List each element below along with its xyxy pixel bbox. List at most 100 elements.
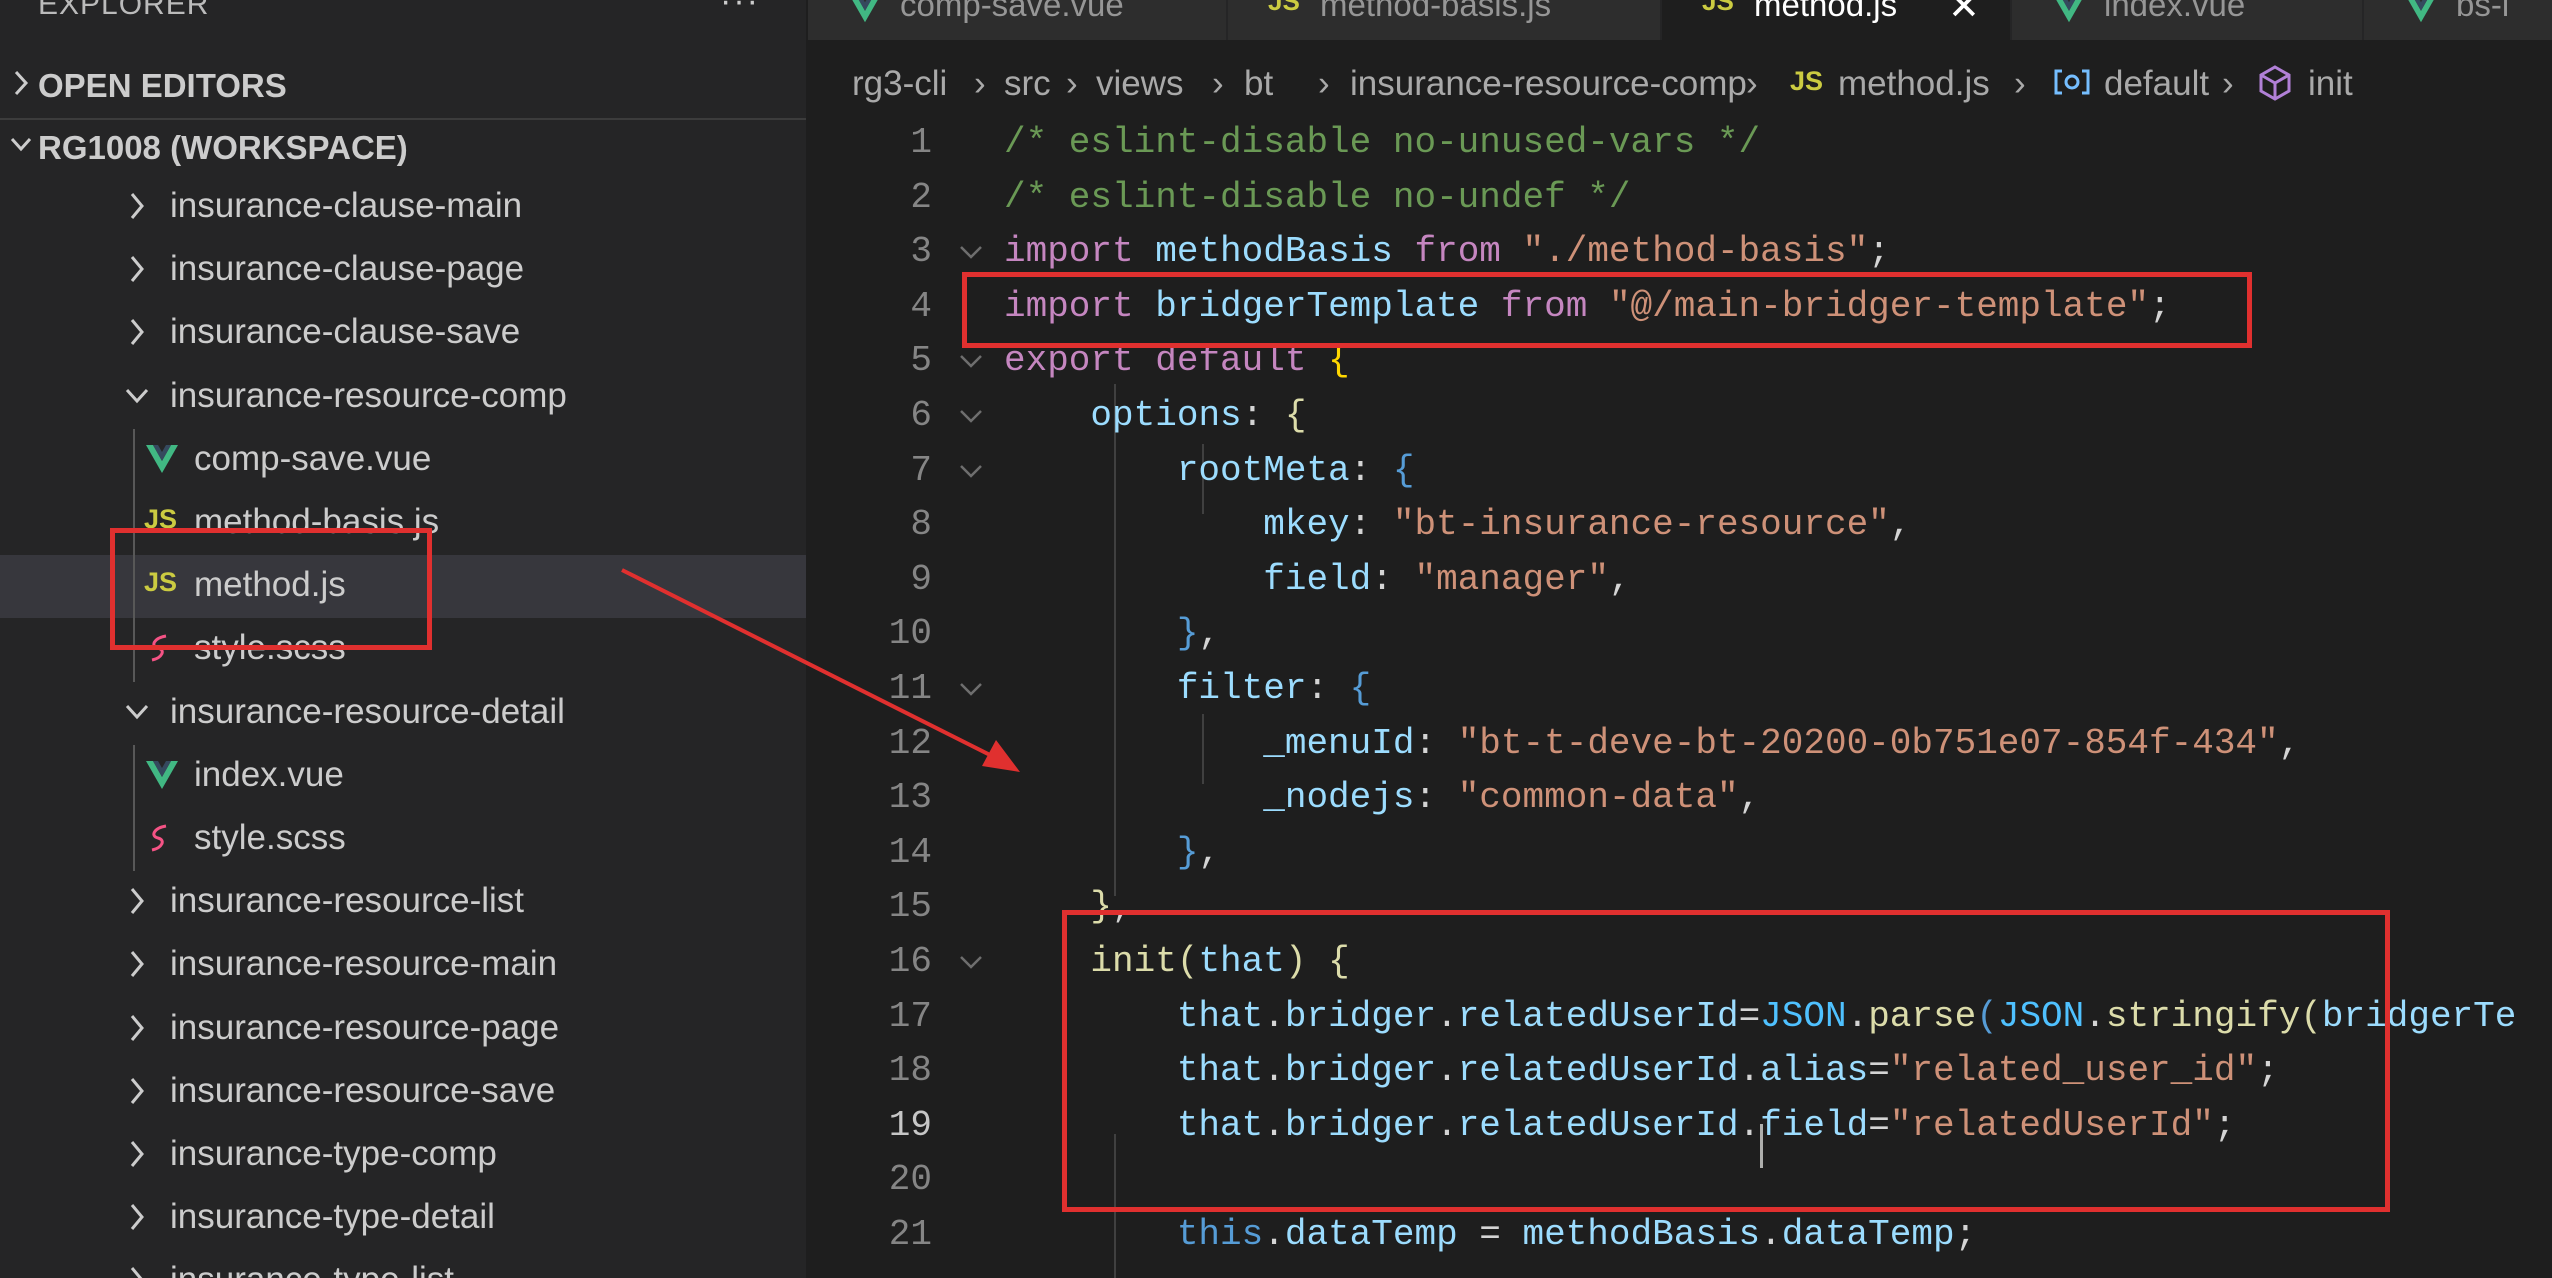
tree-folder-insurance-resource-comp[interactable]: insurance-resource-comp [0, 366, 806, 429]
tab-label: index.vue [2104, 0, 2246, 23]
breadcrumb-item[interactable]: rg3-cli [852, 64, 947, 104]
tree-folder-insurance-clause-page[interactable]: insurance-clause-page [0, 239, 806, 302]
line-number: 9 [910, 558, 932, 600]
code-line[interactable]: 8 mkey: "bt-insurance-resource", [808, 496, 2552, 550]
fold-chevron-icon[interactable] [958, 680, 984, 700]
code-line[interactable]: 9 field: "manager", [808, 551, 2552, 605]
scss-file-icon [144, 630, 180, 666]
tree-folder-insurance-resource-main[interactable]: insurance-resource-main [0, 934, 806, 997]
explorer-header: EXPLORER ··· [0, 0, 806, 34]
tree-item-label: insurance-type-detail [170, 1197, 495, 1237]
code-line[interactable]: 14 }, [808, 824, 2552, 878]
open-editors-section[interactable]: OPEN EDITORS [0, 58, 806, 114]
code-line[interactable]: 3 import methodBasis from "./method-basis… [808, 223, 2552, 277]
chevron-right-icon [130, 1204, 144, 1231]
code-line[interactable]: 7 rootMeta: { [808, 442, 2552, 496]
workspace-section[interactable]: RG1008 (WORKSPACE) [0, 118, 806, 176]
code-line[interactable]: 5 export default { [808, 332, 2552, 386]
breadcrumb-item[interactable]: views [1096, 64, 1184, 104]
more-actions-icon[interactable]: ··· [720, 0, 760, 21]
code-token: } [1176, 613, 1199, 655]
fold-chevron-icon[interactable] [958, 953, 984, 973]
code-token: , [2278, 722, 2301, 764]
code-line[interactable]: 6 options: { [808, 387, 2552, 441]
breadcrumb-symbol[interactable]: default [2104, 64, 2209, 104]
tree-item-label: insurance-resource-save [170, 1070, 556, 1110]
code-line[interactable]: 1 /* eslint-disable no-unused-vars */ [808, 114, 2552, 168]
code-token: { [1392, 449, 1415, 491]
code-line[interactable]: 4 import bridgerTemplate from "@/main-bri… [808, 278, 2552, 332]
code-line[interactable]: 18 that.bridger.relatedUserId.alias="rel… [808, 1042, 2552, 1096]
breadcrumb-item[interactable]: src [1004, 64, 1051, 104]
tree-folder-insurance-resource-save[interactable]: insurance-resource-save [0, 1061, 806, 1124]
tree-folder-insurance-clause-main[interactable]: insurance-clause-main [0, 176, 806, 239]
code-line[interactable]: 2 /* eslint-disable no-undef */ [808, 169, 2552, 223]
workspace-label: RG1008 (WORKSPACE) [38, 129, 408, 166]
code-token: that [1176, 995, 1264, 1037]
breadcrumb-item[interactable]: insurance-resource-comp [1350, 64, 1747, 104]
code-line[interactable]: 10 }, [808, 605, 2552, 659]
tree-file-style-scss[interactable]: style.scss [0, 808, 806, 871]
js-file-icon: JS [144, 567, 178, 598]
breadcrumb-symbol[interactable]: init [2308, 64, 2353, 104]
code-line[interactable]: 13 _nodejs: "common-data", [808, 769, 2552, 823]
tree-file-method-basis-js[interactable]: JS method-basis.js [0, 492, 806, 555]
tree-folder-insurance-resource-list[interactable]: insurance-resource-list [0, 871, 806, 934]
line-number: 10 [888, 613, 932, 655]
tree-folder-insurance-type-list[interactable]: insurance-type-list [0, 1250, 806, 1278]
tree-file-method-js[interactable]: JS method.js [0, 555, 806, 619]
code-token: bridgerTemplate [1155, 285, 1480, 327]
code-token: that [1176, 1050, 1264, 1092]
code-token: = [1868, 1104, 1890, 1146]
chevron-right-icon [130, 1141, 144, 1167]
code-token: "./method-basis" [1522, 231, 1869, 273]
code-token: ; [1868, 231, 1890, 273]
tab-index-vue[interactable]: index.vue [2012, 0, 2364, 40]
text-cursor [1760, 1124, 1763, 1168]
tab-method-basis-js[interactable]: JS method-basis.js [1228, 0, 1662, 40]
breadcrumb-file[interactable]: method.js [1838, 64, 1990, 104]
fold-chevron-icon[interactable] [958, 243, 984, 263]
line-number: 13 [888, 777, 932, 819]
code-text: export default { [1004, 340, 1350, 381]
code-line[interactable]: 20 [808, 1151, 2552, 1205]
tree-file-comp-save-vue[interactable]: comp-save.vue [0, 429, 806, 492]
chevron-right-icon [130, 951, 144, 978]
tab-bs-i[interactable]: bs-i [2364, 0, 2552, 40]
tab-method-js[interactable]: JS method.js ✕ [1662, 0, 2012, 40]
code-line[interactable]: 11 filter: { [808, 660, 2552, 714]
code-editor[interactable]: 1 /* eslint-disable no-unused-vars */ 2 /* … [808, 114, 2552, 1278]
tree-folder-insurance-type-comp[interactable]: insurance-type-comp [0, 1124, 806, 1187]
breadcrumb-item[interactable]: bt [1244, 64, 1273, 104]
code-token: bridger [1284, 1050, 1437, 1092]
code-token: export [1004, 340, 1134, 382]
explorer-title: EXPLORER [38, 0, 210, 21]
code-line[interactable]: 16 init(that) { [808, 933, 2552, 987]
fold-chevron-icon[interactable] [958, 352, 984, 372]
chevron-down-icon [10, 137, 32, 152]
fold-chevron-icon[interactable] [958, 407, 984, 427]
open-editors-label: OPEN EDITORS [38, 67, 287, 104]
tree-folder-insurance-resource-detail[interactable]: insurance-resource-detail [0, 682, 806, 745]
tree-file-index-vue[interactable]: index.vue [0, 745, 806, 808]
tree-item-label: insurance-clause-main [170, 186, 523, 225]
fold-chevron-icon[interactable] [958, 462, 984, 482]
tree-folder-insurance-resource-page[interactable]: insurance-resource-page [0, 998, 806, 1061]
tree-file-style-scss[interactable]: style.scss [0, 618, 806, 681]
code-line[interactable]: 12 _menuId: "bt-t-deve-bt-20200-0b751e07… [808, 715, 2552, 769]
tree-folder-insurance-clause-save[interactable]: insurance-clause-save [0, 302, 806, 365]
code-line[interactable]: 15 }, [808, 878, 2552, 932]
code-token: } [1176, 831, 1199, 873]
close-tab-icon[interactable]: ✕ [1948, 0, 1980, 29]
code-token: ( [2300, 995, 2322, 1037]
code-token: _nodejs [1263, 777, 1415, 819]
tree-item-label: index.vue [194, 754, 344, 794]
code-line[interactable]: 21 this.dataTemp = methodBasis.dataTemp; [808, 1206, 2552, 1260]
tree-folder-insurance-type-detail[interactable]: insurance-type-detail [0, 1187, 806, 1250]
vue-file-icon [144, 757, 180, 793]
tab-comp-save-vue[interactable]: comp-save.vue [808, 0, 1228, 40]
code-line[interactable]: 19 that.bridger.relatedUserId.field="rel… [808, 1097, 2552, 1151]
code-line[interactable]: 17 that.bridger.relatedUserId=JSON.parse… [808, 988, 2552, 1042]
